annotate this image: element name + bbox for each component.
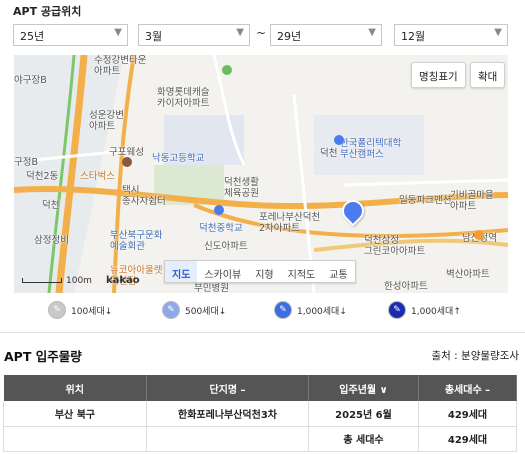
tab-terrain[interactable]: 지형 xyxy=(248,261,280,282)
map-label: 낙동고등학교 xyxy=(152,153,205,164)
map-label: 부산북구문화 예술회관 xyxy=(110,230,163,252)
map-view[interactable]: 수정강변타운 아파트 화명롯데캐슬 카이저아파트 야구장B 성운강변 아파트 구포웨성… xyxy=(14,55,508,293)
landmark-icon xyxy=(122,157,132,167)
map-label: 덕천중학교 xyxy=(199,223,243,234)
end-month-value: 12월 xyxy=(401,30,426,43)
end-month-select[interactable]: 12월 ▼ xyxy=(394,24,508,46)
map-label: 구정B xyxy=(14,157,38,168)
map-scale-bar xyxy=(22,278,62,283)
pin-icon: ✎ xyxy=(48,301,66,319)
map-label: 수정강변타운 아파트 xyxy=(94,55,147,77)
column-header-complex[interactable]: 단지명 – xyxy=(146,375,309,401)
total-value: 429세대 xyxy=(418,426,517,452)
section-title: APT 공급위치 xyxy=(13,5,82,18)
occupancy-title: APT 입주물량 xyxy=(4,349,82,364)
cell-empty xyxy=(146,426,309,452)
map-label: 벽산아파트 xyxy=(446,269,490,280)
start-month-select[interactable]: 3월 ▼ xyxy=(138,24,250,46)
map-scale-label: 100m xyxy=(66,276,92,286)
column-header-move-in-date[interactable]: 입주년월 ∨ xyxy=(308,375,419,401)
map-label: 덕천 xyxy=(42,200,60,211)
legend-item: ✎ 100세대↓ xyxy=(48,300,112,320)
legend-item: ✎ 500세대↓ xyxy=(162,300,226,320)
pin-icon: ✎ xyxy=(162,301,180,319)
cell-empty xyxy=(3,426,147,452)
cell-complex: 한화포레나부산덕천3차 xyxy=(146,401,309,427)
start-month-value: 3월 xyxy=(145,30,163,43)
school-icon xyxy=(214,205,224,215)
legend-label: 1,000세대↑ xyxy=(411,306,461,317)
chevron-down-icon: ▼ xyxy=(494,27,502,38)
park-icon xyxy=(222,65,232,75)
map-label: 덕천생활 체육공원 xyxy=(224,177,259,199)
school-icon xyxy=(334,135,344,145)
start-year-select[interactable]: 25년 ▼ xyxy=(13,24,128,46)
pin-icon: ✎ xyxy=(274,301,292,319)
map-label: 화명롯데캐슬 카이저아파트 xyxy=(157,87,210,109)
subway-icon xyxy=(474,230,484,240)
kakao-logo: kakao xyxy=(106,275,140,286)
tab-traffic[interactable]: 교통 xyxy=(322,261,354,282)
chevron-down-icon: ▼ xyxy=(114,27,122,38)
map-label: 야구장B xyxy=(14,75,47,86)
legend-label: 1,000세대↓ xyxy=(297,306,347,317)
map-label: 신도아파트 xyxy=(204,241,248,252)
chevron-down-icon: ▼ xyxy=(368,27,376,38)
map-label: 포레나부산덕천 2차아파트 xyxy=(259,212,321,234)
source-label: 출처 : 분양물량조사 xyxy=(431,350,520,362)
zoom-button[interactable]: 확대 xyxy=(470,62,506,88)
map-label: 덕천2동 xyxy=(26,171,59,182)
map-label: 성운강변 아파트 xyxy=(89,110,124,132)
total-row: 총 세대수 429세대 xyxy=(3,426,517,452)
map-label: 부민병원 xyxy=(194,283,229,293)
map-label: 한국폴리텍대학 부산캠퍼스 xyxy=(340,138,402,160)
table-row: 부산 북구 한화포레나부산덕천3차 2025년 6월 429세대 xyxy=(3,401,517,427)
label-toggle-button[interactable]: 명칭표기 xyxy=(411,62,466,88)
map-label: 기비골마을 아파트 xyxy=(450,190,494,212)
end-year-select[interactable]: 29년 ▼ xyxy=(270,24,382,46)
tab-cadastral[interactable]: 지적도 xyxy=(281,261,323,282)
map-label: 스타벅스 xyxy=(80,171,115,182)
cell-move-in-date: 2025년 6월 xyxy=(308,401,419,427)
chevron-down-icon: ▼ xyxy=(236,27,244,38)
column-header-total-units[interactable]: 총세대수 – xyxy=(418,375,517,401)
occupancy-table: 위치 단지명 – 입주년월 ∨ 총세대수 – 부산 북구 한화포레나부산덕천3차… xyxy=(3,375,517,452)
start-year-value: 25년 xyxy=(20,30,45,43)
pin-icon: ✎ xyxy=(388,301,406,319)
map-label: 한성아파트 xyxy=(384,281,428,292)
map-label: 택시 종사자쉼터 xyxy=(122,185,166,207)
divider xyxy=(0,332,525,333)
range-separator: ~ xyxy=(256,26,267,40)
end-year-value: 29년 xyxy=(277,30,302,43)
map-label: 덕천삼정 그린코아아파트 xyxy=(364,235,426,257)
column-header-location: 위치 xyxy=(3,375,147,401)
tab-map[interactable]: 지도 xyxy=(165,261,198,282)
map-label: 삼정정비 xyxy=(34,235,69,246)
total-label: 총 세대수 xyxy=(308,426,419,452)
cell-location: 부산 북구 xyxy=(3,401,147,427)
cell-total-units: 429세대 xyxy=(418,401,517,427)
tab-skyview[interactable]: 스카이뷰 xyxy=(197,261,248,282)
legend-item: ✎ 1,000세대↑ xyxy=(388,300,461,320)
legend-item: ✎ 1,000세대↓ xyxy=(274,300,347,320)
legend-label: 500세대↓ xyxy=(185,306,227,317)
map-type-tabs: 지도 스카이뷰 지형 지적도 교통 xyxy=(164,260,356,283)
map-label: 일동파크맨션 xyxy=(399,195,452,206)
map-label: 덕천 xyxy=(320,148,338,159)
legend-label: 100세대↓ xyxy=(71,306,113,317)
